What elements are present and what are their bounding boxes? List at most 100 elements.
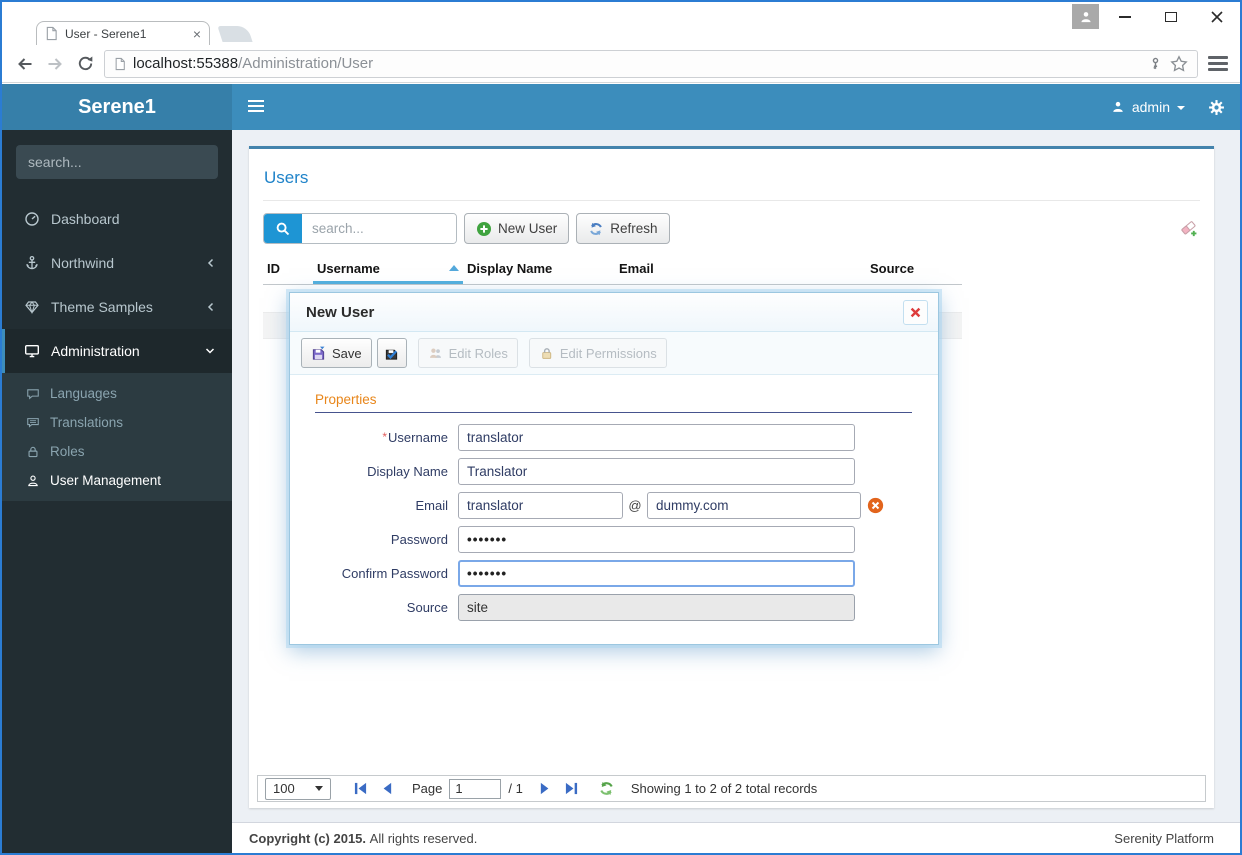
reload-button[interactable] [70,49,100,79]
new-user-label: New User [498,221,558,236]
edit-permissions-label: Edit Permissions [559,345,657,361]
sidebar-search-input[interactable] [28,154,209,170]
previous-page-icon [383,782,392,794]
refresh-label: Refresh [610,221,658,236]
column-header-username[interactable]: Username [313,257,463,284]
select-caret-icon [315,786,323,791]
app-navbar: Serene1 admin [2,84,1240,130]
username-label: *Username [382,429,448,445]
forward-button[interactable] [40,49,70,79]
url-omnibox[interactable]: localhost:55388/Administration/User [104,49,1198,78]
email-clear-button[interactable] [867,497,884,514]
browser-window: User - Serene1 × localhost:55388/Adminis… [0,0,1242,855]
url-host: localhost:55388 [133,55,239,72]
sidebar-toggle-button[interactable] [248,100,264,115]
administration-submenu: Languages Translations Roles User Manage… [2,373,232,501]
browser-profile-button[interactable] [1072,4,1099,29]
source-label: Source [406,599,448,615]
pager-refresh-button[interactable] [598,780,616,798]
sidebar-item-label: Administration [51,343,140,359]
field-row-display-name: Display Name [306,454,922,488]
field-row-confirm-password: Confirm Password [306,556,922,590]
section-divider [315,412,912,413]
last-page-button[interactable] [563,780,581,798]
quick-search-button[interactable] [264,214,302,243]
grid-toolbar: New User Refresh [263,213,1200,244]
next-page-button[interactable] [536,780,554,798]
brand-logo[interactable]: Serene1 [2,84,232,130]
caret-down-icon [1177,106,1185,110]
window-maximize-button[interactable] [1148,2,1194,31]
url-path: /Administration/User [238,55,374,72]
plus-circle-icon [477,221,491,236]
sidebar-item-label: Translations [50,415,124,430]
profile-person-icon [1080,11,1091,22]
quick-search [263,213,457,244]
sidebar-item-label: Dashboard [51,211,120,227]
lock-icon [28,446,38,457]
dialog-titlebar[interactable]: New User [290,293,938,332]
username-field[interactable] [458,423,855,451]
sidebar-item-user-management[interactable]: User Management [2,466,232,495]
quick-search-input[interactable] [302,214,456,243]
display-name-field[interactable] [458,457,855,485]
save-button[interactable]: Save [301,338,372,368]
edit-roles-button[interactable]: Edit Roles [417,338,518,368]
sidebar-item-dashboard[interactable]: Dashboard [2,197,232,241]
close-icon [1211,10,1223,23]
page-number-input[interactable] [449,778,502,799]
password-field[interactable] [458,525,855,553]
edit-permissions-button[interactable]: Edit Permissions [528,338,667,368]
new-user-dialog: New User Save Edit Roles Edit Permission… [289,292,939,645]
tab-close-icon[interactable]: × [193,27,201,41]
sidebar: Dashboard Northwind Theme Samples Admini… [2,130,232,853]
page-total-label: / 1 [508,781,523,796]
bookmark-star-icon[interactable] [1170,54,1188,73]
user-icon [1113,101,1123,112]
column-header-email[interactable]: Email [615,257,866,284]
user-menu-dropdown[interactable]: admin [1111,99,1185,115]
browser-tab[interactable]: User - Serene1 × [36,21,210,45]
sidebar-item-languages[interactable]: Languages [2,379,232,408]
tab-title: User - Serene1 [65,26,147,41]
new-user-button[interactable]: New User [464,213,570,244]
lock-icon [542,347,552,359]
sidebar-item-theme-samples[interactable]: Theme Samples [2,285,232,329]
confirm-password-field[interactable] [458,559,855,587]
previous-page-button[interactable] [379,780,397,798]
first-page-button[interactable] [352,780,370,798]
pager-status-text: Showing 1 to 2 of 2 total records [630,781,818,796]
settings-gears-icon[interactable] [1207,99,1226,116]
sidebar-item-northwind[interactable]: Northwind [2,241,232,285]
sidebar-item-administration[interactable]: Administration [2,329,232,373]
last-page-icon [565,782,577,794]
url-page-icon [115,57,125,70]
email-user-field[interactable] [458,491,623,519]
key-icon[interactable] [1148,56,1163,72]
refresh-button[interactable]: Refresh [576,213,670,244]
dialog-close-button[interactable] [903,299,928,325]
new-tab-button[interactable] [217,26,253,42]
save-label: Save [332,345,362,361]
first-page-icon [354,782,367,794]
save-and-close-button[interactable] [376,338,407,368]
save-and-close-icon [386,349,398,360]
source-field[interactable] [458,593,855,621]
refresh-icon [600,781,613,795]
window-minimize-button[interactable] [1102,2,1148,31]
browser-menu-button[interactable] [1208,53,1228,74]
include-deleted-toggle[interactable] [1179,219,1198,238]
column-header-id[interactable]: ID [263,257,313,284]
page-size-select[interactable]: 100 [265,777,331,800]
sidebar-item-roles[interactable]: Roles [2,437,232,466]
footer-platform: Serenity Platform [1114,830,1214,846]
back-button[interactable] [10,49,40,79]
sidebar-item-label: User Management [50,473,162,488]
column-header-source[interactable]: Source [866,257,962,284]
email-domain-field[interactable] [647,491,861,519]
minimize-icon [1119,15,1131,18]
sidebar-item-translations[interactable]: Translations [2,408,232,437]
column-header-display-name[interactable]: Display Name [463,257,615,284]
window-close-button[interactable] [1194,2,1240,31]
reload-icon [78,56,92,71]
